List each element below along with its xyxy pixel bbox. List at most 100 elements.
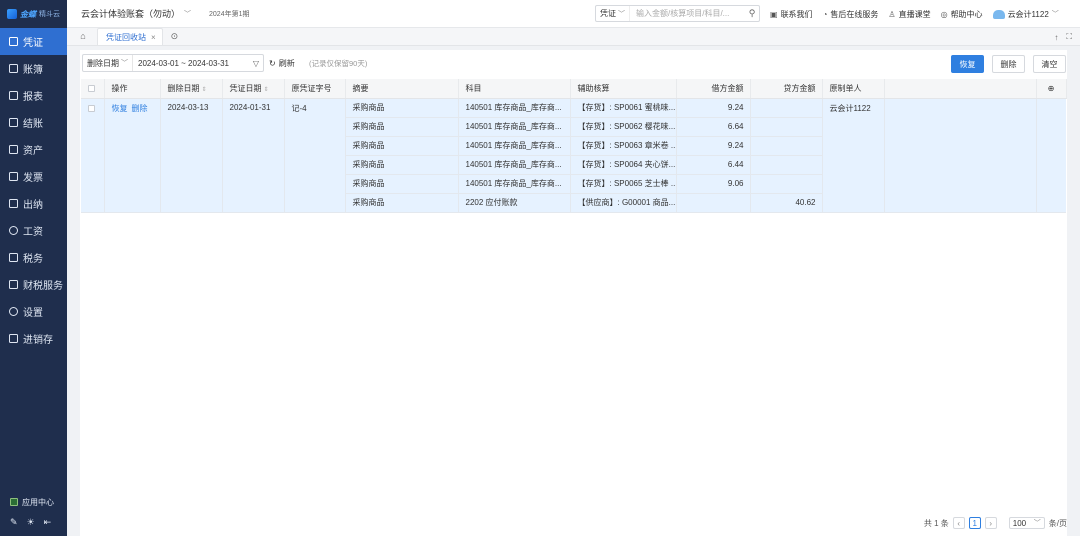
app-center-icon <box>10 498 18 506</box>
column-header-delete-date[interactable]: 删除日期 ⇕ <box>160 79 223 99</box>
sidebar-item-ledger[interactable]: 账簿 <box>0 55 67 82</box>
column-header-label: 删除日期 <box>167 83 200 93</box>
creator-cell: 云会计1122 <box>822 98 885 213</box>
column-header-voucher-date[interactable]: 凭证日期 ⇕ <box>222 79 285 99</box>
account-cell: 140501 库存商品_库存商... <box>458 98 571 118</box>
page-size-select[interactable]: 100 ﹀ <box>1008 517 1045 529</box>
restore-link[interactable]: 恢复 <box>112 104 128 113</box>
pagination: 共 1 条 ‹ 1 › 100 ﹀ 条/页 <box>924 516 1067 530</box>
sort-icon[interactable]: ⇕ <box>264 87 269 93</box>
sidebar-item-assets[interactable]: 资产 <box>0 136 67 163</box>
sidebar-item-invoice[interactable]: 发票 <box>0 163 67 190</box>
sidebar-item-inventory[interactable]: 进销存 <box>0 325 67 352</box>
live-class-link[interactable]: ♙ 直播课堂 <box>888 9 930 20</box>
credit-cell <box>750 155 823 175</box>
contact-us-link[interactable]: ▣ 联系我们 <box>770 9 813 20</box>
total-count: 共 1 条 <box>923 518 949 528</box>
cashier-icon <box>9 199 18 208</box>
sidebar-item-payroll[interactable]: 工资 <box>0 217 67 244</box>
help-center-link[interactable]: ◎ 帮助中心 <box>941 9 983 20</box>
tax-icon <box>9 253 18 262</box>
search-input[interactable] <box>630 9 745 18</box>
filter-type-select[interactable]: 删除日期 ﹀ <box>83 55 133 71</box>
sidebar-item-label: 结账 <box>23 119 43 130</box>
sidebar-item-label: 税务 <box>23 254 43 265</box>
select-all-checkbox-cell[interactable] <box>81 79 105 99</box>
date-range-input[interactable]: 2024-03-01 ~ 2024-03-31 <box>133 59 249 68</box>
refresh-icon: ↻ <box>269 58 276 68</box>
sidebar-item-label: 进销存 <box>23 335 53 346</box>
clear-button[interactable]: 清空 <box>1033 55 1066 73</box>
more-tabs-icon[interactable]: ⊙ <box>171 28 179 45</box>
period-label: 2024年第1期 <box>209 10 250 18</box>
voucher-no-cell: 记-4 <box>284 98 346 213</box>
sidebar-item-tax[interactable]: 税务 <box>0 244 67 271</box>
sidebar-item-report[interactable]: 报表 <box>0 82 67 109</box>
logo[interactable]: 金蝶 精斗云 <box>0 0 67 28</box>
filter-icon[interactable]: ▽ <box>249 59 263 68</box>
sidebar-item-label: 工资 <box>23 227 43 238</box>
sidebar-item-closing[interactable]: 结账 <box>0 109 67 136</box>
sidebar: 金蝶 精斗云 凭证 账簿 报表 结账 资产 发票 出纳 工资 税务 财税服务 设… <box>0 0 67 536</box>
refresh-label: 刷新 <box>278 58 295 68</box>
pin-top-icon[interactable]: ↑ <box>1054 33 1058 42</box>
account-cell: 140501 库存商品_库存商... <box>458 136 571 156</box>
page-number[interactable]: 1 <box>968 517 981 529</box>
logo-icon <box>7 9 17 19</box>
logo-subtext: 精斗云 <box>39 11 60 18</box>
refresh-button[interactable]: ↻ 刷新 <box>269 54 295 72</box>
column-header-ops: 操作 <box>104 79 161 99</box>
delete-link[interactable]: 删除 <box>132 104 148 113</box>
home-icon[interactable]: ⌂ <box>73 27 93 45</box>
collapse-icon[interactable]: ⇤ <box>44 517 52 528</box>
search-icon[interactable]: ⚲ <box>745 8 759 19</box>
row-checkbox[interactable] <box>88 104 95 112</box>
recycle-bin-panel: 删除日期 ﹀ 2024-03-01 ~ 2024-03-31 ▽ ↻ 刷新 (记… <box>80 50 1067 536</box>
account-cell: 140501 库存商品_库存商... <box>458 155 571 175</box>
aux-cell: 【存货】: SP0064 夹心饼... <box>570 155 677 175</box>
theme-icon[interactable]: ☀ <box>27 517 35 528</box>
sidebar-item-voucher[interactable]: 凭证 <box>0 28 67 55</box>
delete-button[interactable]: 删除 <box>992 55 1025 73</box>
debit-cell: 6.64 <box>676 117 751 137</box>
online-service-label: 售后在线服务 <box>830 9 879 19</box>
chevron-down-icon: ﹀ <box>1033 520 1041 527</box>
edit-icon[interactable]: ✎ <box>10 517 18 528</box>
chevron-down-icon: ﹀ <box>618 10 625 18</box>
sidebar-item-cashier[interactable]: 出纳 <box>0 190 67 217</box>
close-icon[interactable]: × <box>151 33 156 42</box>
tab-voucher-recycle-bin[interactable]: 凭证回收站 × <box>97 28 163 45</box>
fullscreen-icon[interactable]: ⛶ <box>1066 32 1072 42</box>
sort-icon[interactable]: ⇕ <box>202 87 207 93</box>
debit-cell: 6.44 <box>676 155 751 175</box>
column-header-voucher-no: 原凭证字号 <box>284 79 346 99</box>
summary-cell: 采购商品 <box>345 136 459 156</box>
next-page-button[interactable]: › <box>984 517 997 529</box>
user-menu[interactable]: 云会计1122 ﹀ <box>992 9 1059 20</box>
sidebar-item-tax-service[interactable]: 财税服务 <box>0 271 67 298</box>
help-icon: ◎ <box>940 9 948 19</box>
row-checkbox-cell[interactable] <box>81 98 105 213</box>
search-type-select[interactable]: 凭证 ﹀ <box>596 6 630 21</box>
aux-cell: 【存货】: SP0061 蜜桃味... <box>570 98 677 118</box>
credit-cell <box>750 98 823 118</box>
column-header-debit: 借方金额 <box>676 79 751 99</box>
tab-label: 凭证回收站 <box>106 32 146 42</box>
select-all-checkbox[interactable] <box>88 85 95 93</box>
online-service-link[interactable]: ◔ 售后在线服务 <box>823 9 879 20</box>
gear-icon <box>9 307 18 316</box>
prev-page-button[interactable]: ‹ <box>952 517 965 529</box>
table-row[interactable]: 恢复 删除 2024-03-13 2024-01-31 记-4 采购商品 1405… <box>81 98 1066 213</box>
column-settings-icon[interactable]: ⊕ <box>1036 79 1067 99</box>
table-header-row: 操作 删除日期 ⇕ 凭证日期 ⇕ 原凭证字号 摘要 科目 辅助核算 借方金额 贷方金… <box>81 79 1067 99</box>
ops-cell: 恢复 删除 <box>104 98 161 213</box>
sidebar-item-label: 凭证 <box>23 38 43 49</box>
bottom-tools: ✎ ☀ ⇤ <box>0 517 67 528</box>
account-selector[interactable]: 云会计体验账套（勿动） ﹀ <box>81 7 191 20</box>
help-center-label: 帮助中心 <box>950 9 983 19</box>
tabs-bar: ⌂ 凭证回收站 × ⊙ ↑ ⛶ <box>67 28 1080 46</box>
column-header-creator: 原制单人 <box>822 79 885 99</box>
restore-button[interactable]: 恢复 <box>951 55 984 73</box>
sidebar-item-settings[interactable]: 设置 <box>0 298 67 325</box>
app-center-button[interactable]: 应用中心 <box>0 495 67 509</box>
